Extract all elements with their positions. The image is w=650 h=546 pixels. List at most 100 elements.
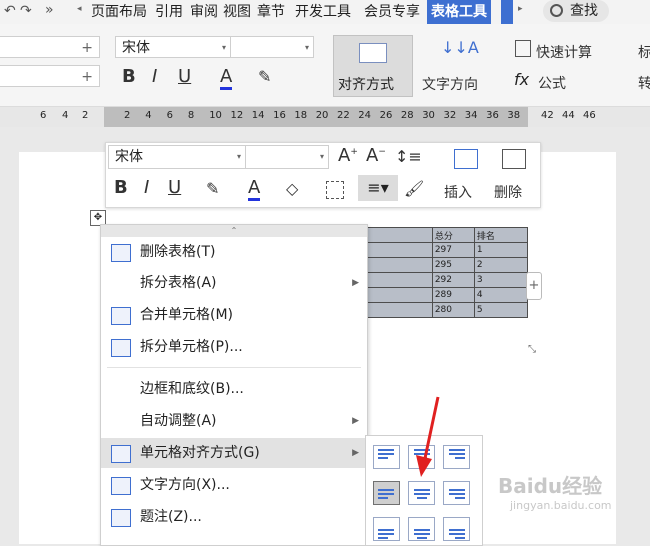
table-cell[interactable]: 4 (473, 287, 529, 303)
grow-font-icon[interactable]: A+ (338, 145, 358, 166)
float-font-size-select[interactable]: ▾ (245, 145, 329, 169)
table-cell[interactable]: 1 (473, 242, 529, 258)
menu-item[interactable]: 单元格对齐方式(G) ▶ (101, 438, 367, 468)
tab-chapter[interactable]: 章节 (257, 0, 285, 24)
delete-button[interactable]: 删除 (494, 182, 522, 202)
tab-scroll-right-icon[interactable]: ▸ (518, 4, 523, 14)
align-bottom-left-button[interactable] (373, 517, 400, 541)
quick-calc-button[interactable]: 快速计算 (536, 42, 592, 62)
table-header-row[interactable]: 总分 排名 (360, 227, 529, 243)
table-cell[interactable]: 5 (473, 302, 529, 318)
plus-icon[interactable]: + (81, 37, 93, 59)
ruler-tick-label: 4 (62, 110, 69, 121)
left-input-1[interactable]: + (0, 36, 100, 58)
align-middle-center-button[interactable] (408, 481, 435, 505)
redo-icon[interactable]: ↷ (20, 3, 32, 19)
table-cell[interactable] (360, 302, 433, 318)
table-resize-handle-icon[interactable]: ⤡ (528, 344, 536, 355)
undo-icon[interactable]: ↶ (4, 3, 16, 19)
tab-overflow-indicator[interactable] (501, 0, 513, 24)
align-top-right-button[interactable] (443, 445, 470, 469)
float-font-color-button[interactable]: A (248, 177, 261, 201)
insert-button[interactable]: 插入 (444, 182, 472, 202)
merge-cells-icon (111, 307, 131, 325)
tab-review[interactable]: 审阅 (190, 0, 218, 24)
shading-icon[interactable]: ◇ (286, 179, 298, 198)
font-size-select[interactable]: ▾ (230, 36, 314, 58)
table-cell[interactable]: 295 (431, 257, 475, 273)
table-cell[interactable]: 280 (431, 302, 475, 318)
table-cell[interactable]: 3 (473, 272, 529, 288)
align-middle-right-button[interactable] (443, 481, 470, 505)
left-input-2[interactable]: + (0, 65, 100, 87)
table-cell[interactable]: 排名 (473, 227, 529, 243)
align-bottom-center-button[interactable] (408, 517, 435, 541)
menu-item[interactable]: 题注(Z)... (101, 502, 367, 532)
menu-item[interactable]: 合并单元格(M) (101, 300, 367, 330)
float-highlight-icon[interactable]: ✎ (206, 179, 219, 198)
float-align-button[interactable]: ≡▾ (358, 175, 398, 201)
table-cell[interactable] (360, 257, 433, 273)
table-cell[interactable]: 2 (473, 257, 529, 273)
tab-scroll-left-icon[interactable]: ◂ (77, 4, 82, 14)
menu-item[interactable]: 自动调整(A) ▶ (101, 406, 367, 436)
align-middle-left-button[interactable] (373, 481, 400, 505)
data-table[interactable]: 总分 排名 297 1 295 2 292 3 289 4 280 5 (360, 227, 529, 318)
table-cell[interactable] (360, 272, 433, 288)
align-line-icon (449, 449, 465, 451)
menu-collapse-bar[interactable]: ⌃ (101, 225, 367, 237)
table-cell[interactable]: 总分 (431, 227, 475, 243)
table-row[interactable]: 297 1 (360, 242, 529, 258)
tab-developer[interactable]: 开发工具 (295, 0, 351, 24)
highlight-icon[interactable]: ✎ (258, 67, 271, 86)
underline-button[interactable]: U (178, 66, 191, 87)
align-line-icon (378, 489, 394, 491)
tab-page-layout[interactable]: 页面布局 (91, 0, 147, 24)
float-font-name-select[interactable]: 宋体 ▾ (108, 145, 246, 169)
formula-button[interactable]: 公式 (538, 73, 566, 93)
search-button[interactable]: 查找 (543, 0, 609, 22)
float-underline-button[interactable]: U (168, 177, 181, 198)
format-painter-icon[interactable]: 🖌 (404, 179, 424, 198)
text-direction-button[interactable]: 文字方向 (422, 74, 478, 94)
menu-item[interactable]: 拆分单元格(P)... (101, 332, 367, 362)
table-cell[interactable] (360, 287, 433, 303)
bold-button[interactable]: B (122, 66, 136, 87)
more-tabs-icon[interactable]: » (45, 2, 54, 18)
align-bottom-right-button[interactable] (443, 517, 470, 541)
tab-view[interactable]: 视图 (223, 0, 251, 24)
table-row[interactable]: 292 3 (360, 272, 529, 288)
menu-item[interactable]: 文字方向(X)... (101, 470, 367, 500)
italic-button[interactable]: I (152, 66, 157, 87)
align-top-left-button[interactable] (373, 445, 400, 469)
table-add-column-icon[interactable]: + (526, 272, 542, 300)
table-cell[interactable] (360, 227, 433, 243)
table-row[interactable]: 295 2 (360, 257, 529, 273)
tab-references[interactable]: 引用 (155, 0, 183, 24)
shrink-font-icon[interactable]: A− (366, 145, 386, 166)
cut-button-2[interactable]: 转 (638, 73, 650, 93)
cut-button-1[interactable]: 标 (638, 42, 650, 62)
tab-table-tools[interactable]: 表格工具 (427, 0, 491, 24)
ruler-tick-label: 46 (583, 110, 596, 121)
float-bold-button[interactable]: B (114, 177, 128, 198)
table-cell[interactable]: 289 (431, 287, 475, 303)
menu-item[interactable]: 拆分表格(A) ▶ (101, 268, 367, 298)
table-cell[interactable] (360, 242, 433, 258)
border-icon[interactable] (326, 181, 344, 199)
line-spacing-icon[interactable]: ↕≡ (395, 147, 422, 166)
table-row[interactable]: 280 5 (360, 302, 529, 318)
table-cell[interactable]: 292 (431, 272, 475, 288)
float-italic-button[interactable]: I (144, 177, 149, 198)
align-line-icon (455, 457, 465, 459)
menu-item[interactable]: 删除表格(T) (101, 237, 367, 267)
table-row[interactable]: 289 4 (360, 287, 529, 303)
tab-member[interactable]: 会员专享 (364, 0, 420, 24)
plus-icon[interactable]: + (81, 66, 93, 88)
font-color-button[interactable]: A (220, 66, 233, 90)
align-button[interactable]: 对齐方式 (333, 35, 413, 97)
font-name-select[interactable]: 宋体 ▾ (115, 36, 231, 58)
table-cell[interactable]: 297 (431, 242, 475, 258)
menu-item[interactable]: 边框和底纹(B)... (101, 374, 367, 404)
calculator-icon (515, 40, 531, 57)
